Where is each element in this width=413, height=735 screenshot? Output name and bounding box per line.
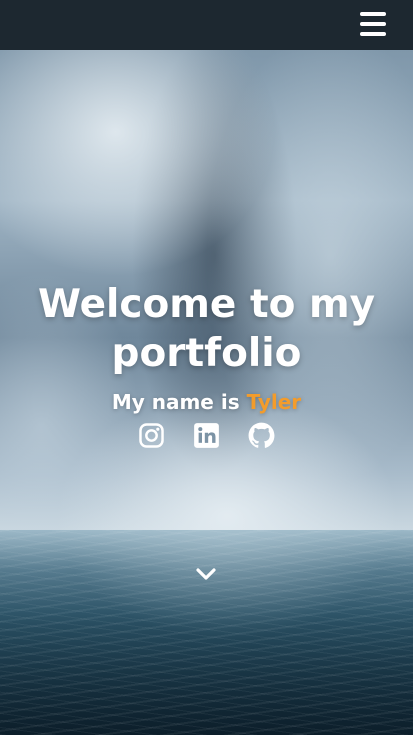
intro-line: My name is Tyler bbox=[112, 388, 301, 416]
top-navbar bbox=[0, 0, 413, 50]
hero-content: Welcome to my portfolio My name is Tyler bbox=[0, 280, 413, 449]
social-links bbox=[138, 422, 275, 449]
menu-bar bbox=[360, 12, 386, 16]
menu-bar bbox=[360, 32, 386, 36]
name-highlight: Tyler bbox=[246, 390, 302, 414]
hamburger-menu-icon[interactable] bbox=[360, 12, 386, 36]
water-surface bbox=[0, 530, 413, 735]
instagram-icon[interactable] bbox=[138, 422, 165, 449]
intro-text: My name is bbox=[111, 390, 240, 414]
page-title: Welcome to my portfolio bbox=[37, 282, 376, 376]
linkedin-icon[interactable] bbox=[193, 422, 220, 449]
github-icon[interactable] bbox=[248, 422, 275, 449]
menu-bar bbox=[360, 22, 386, 26]
chevron-down-icon[interactable] bbox=[196, 567, 216, 581]
